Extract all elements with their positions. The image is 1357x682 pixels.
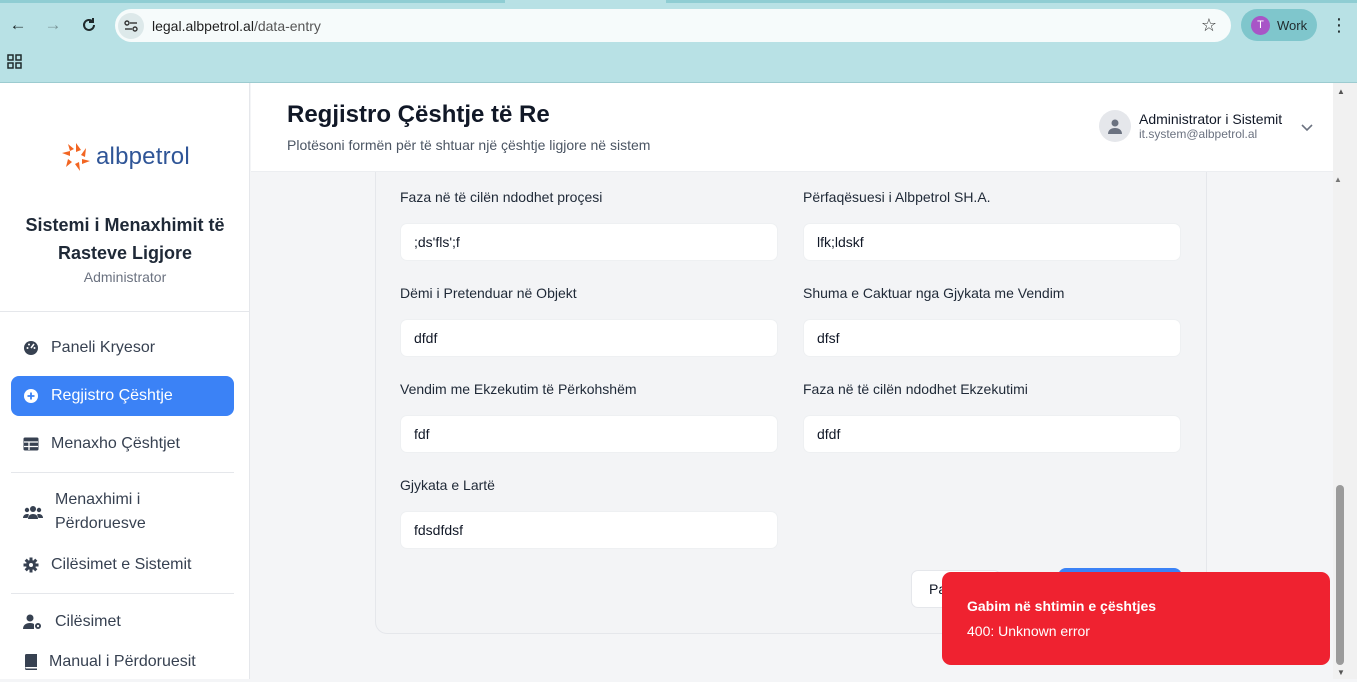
claimed-damage-input[interactable]: dfdf xyxy=(400,319,778,357)
field-label: Faza në të cilën ndodhet proçesi xyxy=(400,189,603,205)
plus-circle-icon xyxy=(11,388,51,404)
table-icon xyxy=(11,437,51,451)
chevron-down-icon[interactable] xyxy=(1301,119,1313,137)
divider xyxy=(11,472,234,473)
page-header: Regjistro Çështje të Re Plotësoni formën… xyxy=(251,83,1333,172)
toast-title: Gabim në shtimin e çështjes xyxy=(967,598,1157,614)
sidebar-item-label: Cilësimet xyxy=(55,613,121,630)
profile-button[interactable]: T Work xyxy=(1241,9,1317,41)
back-icon[interactable]: ← xyxy=(6,13,30,37)
site-settings-icon[interactable] xyxy=(118,12,144,39)
scroll-down-icon[interactable]: ▼ xyxy=(1337,668,1345,677)
reload-icon[interactable] xyxy=(77,13,101,37)
user-role: Administrator xyxy=(83,269,167,285)
form-field: Gjykata e Lartë fdsdfdsf xyxy=(400,477,778,549)
tab-strip-edge xyxy=(666,0,1357,3)
system-title: Sistemi i Menaxhimit të Rasteve Ligjore xyxy=(25,215,225,263)
scroll-up-icon[interactable]: ▲ xyxy=(1337,87,1345,96)
browser-toolbar: ← → legal.albpetrol.al/data-entry ☆ T Wo… xyxy=(0,0,1357,83)
users-icon xyxy=(11,505,55,520)
form-field: Faza në të cilën ndodhet proçesi ;ds'fls… xyxy=(400,189,778,261)
sidebar-item-label: Manual i Përdoruesit xyxy=(49,653,196,670)
form-field: Faza në të cilën ndodhet Ekzekutimi dfdf xyxy=(803,381,1181,453)
sidebar-item-label: Menaxho Çështjet xyxy=(51,435,180,452)
execution-phase-input[interactable]: dfdf xyxy=(803,415,1181,453)
sidebar: albpetrol Sistemi i Menaxhimit të Rastev… xyxy=(0,83,250,679)
process-phase-input[interactable]: ;ds'fls';f xyxy=(400,223,778,261)
user-menu[interactable]: Administrator i Sistemit it.system@albpe… xyxy=(1099,110,1282,142)
page-title: Regjistro Çështje të Re xyxy=(287,101,550,128)
sidebar-item-user-management[interactable]: Menaxhimi i Përdoruesve xyxy=(11,486,234,538)
gear-icon xyxy=(11,557,51,573)
divider xyxy=(0,311,250,312)
field-label: Gjykata e Lartë xyxy=(400,477,495,493)
case-form: Faza në të cilën ndodhet proçesi ;ds'fls… xyxy=(375,172,1207,634)
logo-text: albpetrol xyxy=(96,143,190,170)
address-bar[interactable]: legal.albpetrol.al/data-entry ☆ xyxy=(115,9,1231,42)
form-field: Vendim me Ekzekutim të Përkohshëm fdf xyxy=(400,381,778,453)
sidebar-item-user-manual[interactable]: Manual i Përdoruesit xyxy=(11,642,234,682)
user-email: it.system@albpetrol.al xyxy=(1139,127,1258,141)
field-label: Faza në të cilën ndodhet Ekzekutimi xyxy=(803,381,1028,397)
toast-message: 400: Unknown error xyxy=(967,623,1090,639)
user-name: Administrator i Sistemit xyxy=(1139,111,1283,127)
temporary-execution-input[interactable]: fdf xyxy=(400,415,778,453)
bookmark-star-icon[interactable]: ☆ xyxy=(1201,15,1217,36)
scrollbar-thumb[interactable] xyxy=(1336,485,1344,665)
apps-grid-icon[interactable] xyxy=(7,54,22,74)
forward-icon[interactable]: → xyxy=(41,13,65,37)
sidebar-item-label: Cilësimet e Sistemit xyxy=(51,556,192,573)
error-toast[interactable]: Gabim në shtimin e çështjes 400: Unknown… xyxy=(942,572,1330,665)
inner-scroll-up-icon[interactable]: ▲ xyxy=(1334,175,1342,184)
form-field: Përfaqësuesi i Albpetrol SH.A. lfk;ldskf xyxy=(803,189,1181,261)
field-label: Dëmi i Pretenduar në Objekt xyxy=(400,285,577,301)
dashboard-icon xyxy=(11,340,51,356)
user-gear-icon xyxy=(11,614,55,630)
field-label: Shuma e Caktuar nga Gjykata me Vendim xyxy=(803,285,1065,301)
user-avatar-icon xyxy=(1099,110,1131,142)
albpetrol-logo[interactable]: albpetrol xyxy=(58,139,190,175)
form-field: Shuma e Caktuar nga Gjykata me Vendim df… xyxy=(803,285,1181,357)
sidebar-item-register-case[interactable]: Regjistro Çështje xyxy=(11,376,234,416)
albpetrol-logo-icon xyxy=(62,143,90,171)
url-path: /data-entry xyxy=(253,17,321,34)
divider xyxy=(11,593,234,594)
field-label: Vendim me Ekzekutim të Përkohshëm xyxy=(400,381,637,397)
sidebar-item-label: Regjistro Çështje xyxy=(51,387,173,404)
browser-menu-icon[interactable]: ⋮ xyxy=(1329,13,1349,37)
url-text: legal.albpetrol.al/data-entry xyxy=(152,18,321,34)
high-court-input[interactable]: fdsdfdsf xyxy=(400,511,778,549)
tab-strip-edge xyxy=(0,0,505,3)
book-icon xyxy=(11,654,49,670)
field-label: Përfaqësuesi i Albpetrol SH.A. xyxy=(803,189,991,205)
sidebar-item-system-settings[interactable]: Cilësimet e Sistemit xyxy=(11,545,234,585)
representative-input[interactable]: lfk;ldskf xyxy=(803,223,1181,261)
url-domain: legal.albpetrol.al xyxy=(152,17,254,34)
sidebar-item-label: Paneli Kryesor xyxy=(51,339,156,356)
sidebar-item-dashboard[interactable]: Paneli Kryesor xyxy=(11,328,234,368)
sidebar-item-manage-cases[interactable]: Menaxho Çështjet xyxy=(11,424,234,464)
sidebar-item-label: Menaxhimi i Përdoruesve xyxy=(55,491,146,532)
court-amount-input[interactable]: dfsf xyxy=(803,319,1181,357)
form-field: Dëmi i Pretenduar në Objekt dfdf xyxy=(400,285,778,357)
profile-label: Work xyxy=(1277,17,1308,33)
sidebar-item-settings[interactable]: Cilësimet xyxy=(11,602,234,642)
profile-avatar: T xyxy=(1251,15,1270,35)
page-subtitle: Plotësoni formën për të shtuar një çësht… xyxy=(287,137,651,153)
